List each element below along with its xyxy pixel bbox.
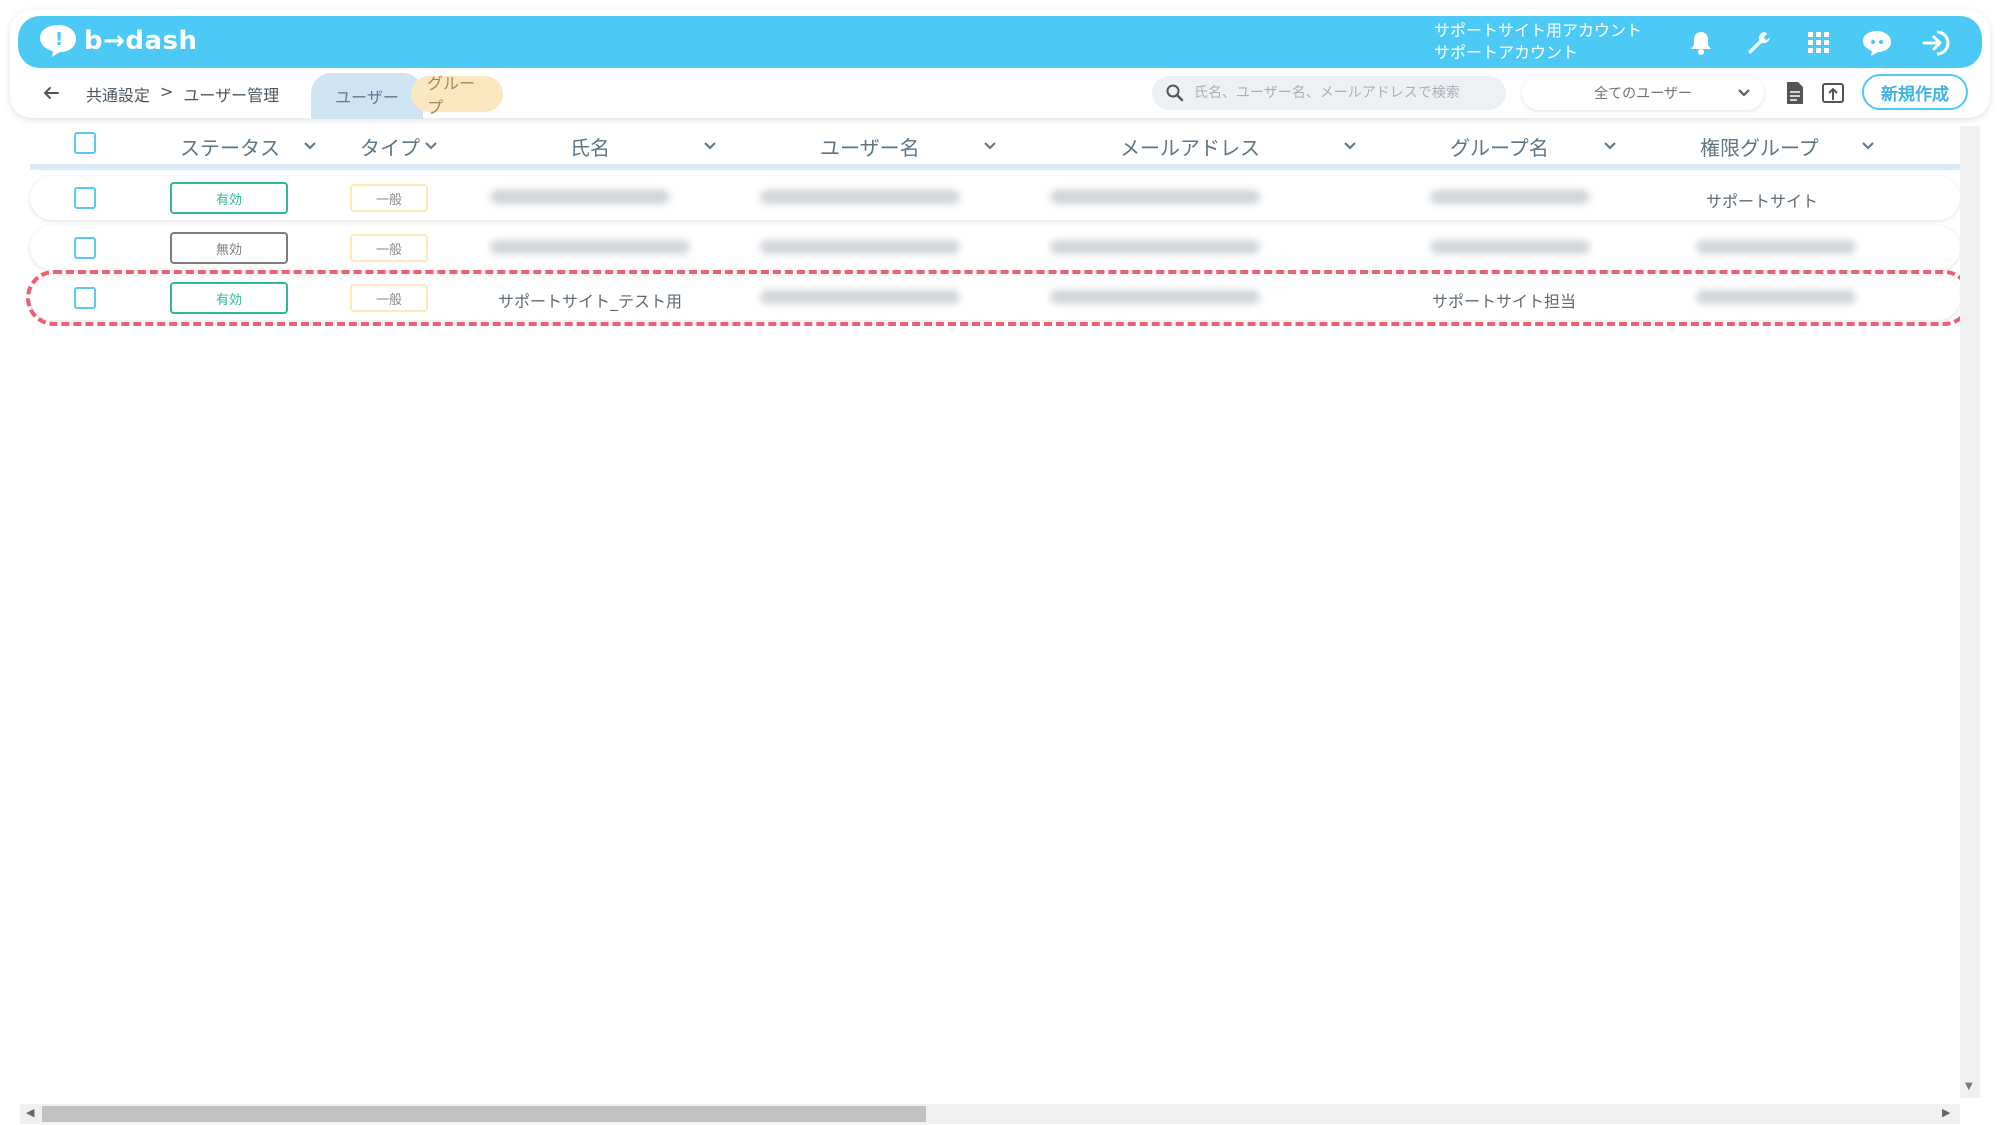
- blurred-username: [760, 190, 960, 204]
- search-icon: [1166, 84, 1184, 102]
- breadcrumb-user-management: ユーザー管理: [183, 86, 280, 105]
- app-name: b→dash: [84, 26, 198, 56]
- chevron-down-icon[interactable]: [1602, 138, 1618, 154]
- column-header-group[interactable]: グループ名: [1450, 132, 1549, 161]
- table-row[interactable]: 有効 一般 サポートサイト: [30, 176, 1960, 220]
- breadcrumb-common-settings[interactable]: 共通設定: [86, 82, 150, 106]
- blurred-group: [1430, 240, 1590, 254]
- blurred-username: [760, 290, 960, 304]
- logout-icon[interactable]: [1920, 26, 1954, 60]
- status-badge: 有効: [170, 282, 288, 314]
- status-badge: 有効: [170, 182, 288, 214]
- logo-bubble-icon: !: [40, 25, 76, 57]
- search-box: [1152, 76, 1506, 110]
- chevron-down-icon[interactable]: [1342, 138, 1358, 154]
- row-checkbox[interactable]: [74, 187, 96, 209]
- type-badge: 一般: [350, 234, 428, 262]
- blurred-email: [1050, 240, 1260, 254]
- status-badge: 無効: [170, 232, 288, 264]
- blurred-email: [1050, 290, 1260, 304]
- row-checkbox[interactable]: [74, 287, 96, 309]
- search-input[interactable]: [1192, 84, 1486, 102]
- svg-text:!: !: [55, 29, 63, 50]
- group-cell: サポートサイト担当: [1432, 292, 1577, 311]
- table-row[interactable]: 無効 一般: [30, 226, 1960, 270]
- chevron-down-icon[interactable]: [302, 138, 318, 154]
- new-user-button[interactable]: 新規作成: [1862, 74, 1968, 110]
- account-info: サポートサイト用アカウント サポートアカウント: [1434, 20, 1642, 64]
- app-logo[interactable]: ! b→dash: [38, 23, 198, 59]
- type-badge: 一般: [350, 184, 428, 212]
- wrench-icon[interactable]: [1742, 26, 1776, 60]
- column-header-type[interactable]: タイプ: [360, 132, 420, 161]
- chevron-down-icon: [1738, 89, 1750, 97]
- column-header-status[interactable]: ステータス: [180, 132, 280, 161]
- support-chat-icon[interactable]: [1860, 26, 1894, 60]
- type-badge: 一般: [350, 284, 428, 312]
- blurred-username: [760, 240, 960, 254]
- account-line-1: サポートサイト用アカウント: [1434, 21, 1643, 40]
- scroll-right-arrow-icon[interactable]: ▶: [1942, 1106, 1950, 1119]
- user-filter-value: 全てのユーザー: [1594, 86, 1692, 102]
- table-header-underline: [30, 164, 1960, 170]
- chevron-down-icon[interactable]: [982, 138, 998, 154]
- table-header: ステータス タイプ 氏名 ユーザー名 メールアドレス グループ名 権限グループ: [30, 126, 1960, 168]
- chevron-down-icon[interactable]: [423, 138, 439, 154]
- row-checkbox[interactable]: [74, 237, 96, 259]
- scroll-down-arrow-icon[interactable]: ▼: [1965, 1081, 1973, 1092]
- blurred-role-group: [1696, 290, 1856, 304]
- bell-icon[interactable]: [1684, 26, 1718, 60]
- column-header-email[interactable]: メールアドレス: [1120, 132, 1260, 161]
- vertical-scrollbar[interactable]: ▼: [1960, 126, 1980, 1098]
- select-all-checkbox[interactable]: [74, 132, 96, 154]
- sub-toolbar: 共通設定 > ユーザー管理 ユーザー グループ 全てのユーザー 新規作成: [18, 70, 1982, 119]
- name-cell: サポートサイト_テスト用: [498, 292, 683, 311]
- chevron-down-icon[interactable]: [1860, 138, 1876, 154]
- upload-icon[interactable]: [1818, 78, 1848, 108]
- document-icon[interactable]: [1780, 78, 1810, 108]
- horizontal-scrollbar[interactable]: ◀ ▶: [20, 1104, 1960, 1124]
- tab-groups[interactable]: グループ: [411, 74, 503, 117]
- top-bar: ! b→dash サポートサイト用アカウント サポートアカウント: [18, 16, 1982, 68]
- tab-users[interactable]: ユーザー: [311, 73, 423, 119]
- account-line-2: サポートアカウント: [1434, 43, 1579, 62]
- horizontal-scroll-thumb[interactable]: [42, 1106, 926, 1122]
- chevron-down-icon[interactable]: [702, 138, 718, 154]
- role-group-cell: サポートサイト: [1706, 192, 1819, 211]
- table-row[interactable]: 有効 一般 サポートサイト_テスト用 サポートサイト担当: [30, 276, 1960, 320]
- scroll-left-arrow-icon[interactable]: ◀: [26, 1106, 34, 1119]
- blurred-group: [1430, 190, 1590, 204]
- user-filter-select[interactable]: 全てのユーザー: [1522, 76, 1764, 110]
- back-arrow-icon[interactable]: [38, 80, 64, 106]
- column-header-name[interactable]: 氏名: [570, 132, 610, 161]
- blurred-role-group: [1696, 240, 1856, 254]
- column-header-role-group[interactable]: 権限グループ: [1700, 132, 1819, 161]
- breadcrumb: 共通設定 > ユーザー管理: [86, 82, 279, 106]
- blurred-email: [1050, 190, 1260, 204]
- blurred-name: [490, 240, 690, 254]
- column-header-username[interactable]: ユーザー名: [820, 132, 920, 161]
- blurred-name: [490, 190, 670, 204]
- apps-grid-icon[interactable]: [1802, 26, 1836, 60]
- breadcrumb-separator: >: [160, 82, 174, 101]
